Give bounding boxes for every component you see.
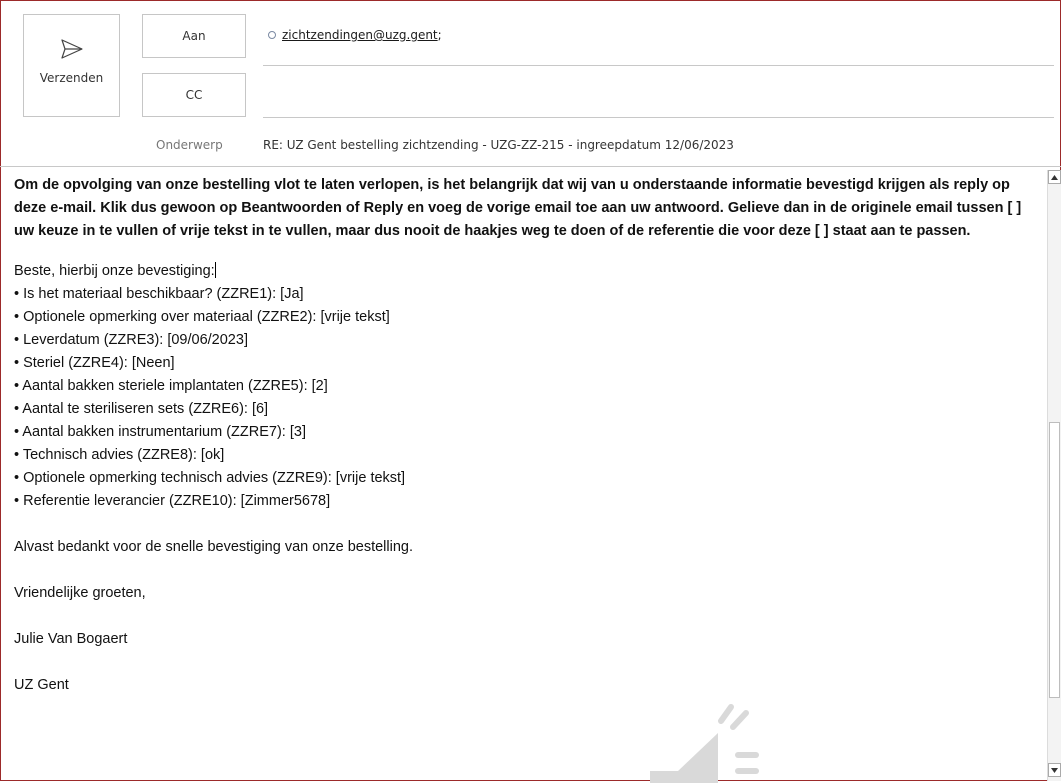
cc-field[interactable] — [263, 117, 1054, 118]
list-item: • Technisch advies (ZZRE8): [ok] — [14, 447, 225, 463]
text-cursor — [214, 262, 216, 278]
subject-label: Onderwerp — [156, 138, 223, 152]
to-recipient-address[interactable]: zichtzendingen@uzg.gent — [282, 28, 438, 42]
list-item: • Is het materiaal beschikbaar? (ZZRE1):… — [14, 286, 304, 302]
list-item: • Referentie leverancier (ZZRE10): [Zimm… — [14, 493, 331, 509]
scrollbar-thumb[interactable] — [1049, 422, 1060, 698]
subject-field[interactable]: RE: UZ Gent bestelling zichtzending - UZ… — [263, 138, 734, 152]
list-item: • Optionele opmerking technisch advies (… — [14, 470, 406, 486]
body-greeting: Beste, hierbij onze bevestiging: — [14, 263, 215, 279]
list-item: • Optionele opmerking over materiaal (ZZ… — [14, 309, 390, 325]
to-field[interactable] — [263, 65, 1054, 66]
arrow-down-icon — [1051, 767, 1058, 773]
header-divider — [0, 166, 1061, 167]
list-item: • Leverdatum (ZZRE3): [09/06/2023] — [14, 332, 248, 348]
body-intro: Om de opvolging van onze bestelling vlot… — [14, 177, 1022, 239]
body-closing: Vriendelijke groeten, — [14, 585, 146, 601]
message-body[interactable]: Om de opvolging van onze bestelling vlot… — [14, 174, 1039, 697]
speaker-icon — [650, 704, 759, 783]
signature-name: Julie Van Bogaert — [14, 631, 128, 647]
vertical-scrollbar[interactable] — [1047, 170, 1061, 781]
list-item: • Aantal bakken instrumentarium (ZZRE7):… — [14, 424, 306, 440]
send-icon — [60, 39, 83, 59]
list-item: • Aantal te steriliseren sets (ZZRE6): [… — [14, 401, 269, 417]
arrow-up-icon — [1051, 174, 1058, 180]
presence-icon — [268, 31, 276, 39]
send-button-label: Verzenden — [39, 71, 104, 85]
scroll-up-button[interactable] — [1048, 170, 1061, 184]
to-button[interactable]: Aan — [142, 14, 246, 58]
signature-org: UZ Gent — [14, 677, 69, 693]
list-item: • Aantal bakken steriele implantaten (ZZ… — [14, 378, 328, 394]
send-button[interactable]: Verzenden — [23, 14, 120, 117]
to-recipient-separator: ; — [437, 28, 442, 42]
body-greeting-line: Beste, hierbij onze bevestiging: — [14, 260, 1039, 283]
scroll-down-button[interactable] — [1048, 763, 1061, 777]
to-recipient[interactable]: zichtzendingen@uzg.gent ; — [268, 28, 442, 42]
body-thanks: Alvast bedankt voor de snelle bevestigin… — [14, 539, 414, 555]
cc-button[interactable]: CC — [142, 73, 246, 117]
list-item: • Steriel (ZZRE4): [Neen] — [14, 355, 175, 371]
